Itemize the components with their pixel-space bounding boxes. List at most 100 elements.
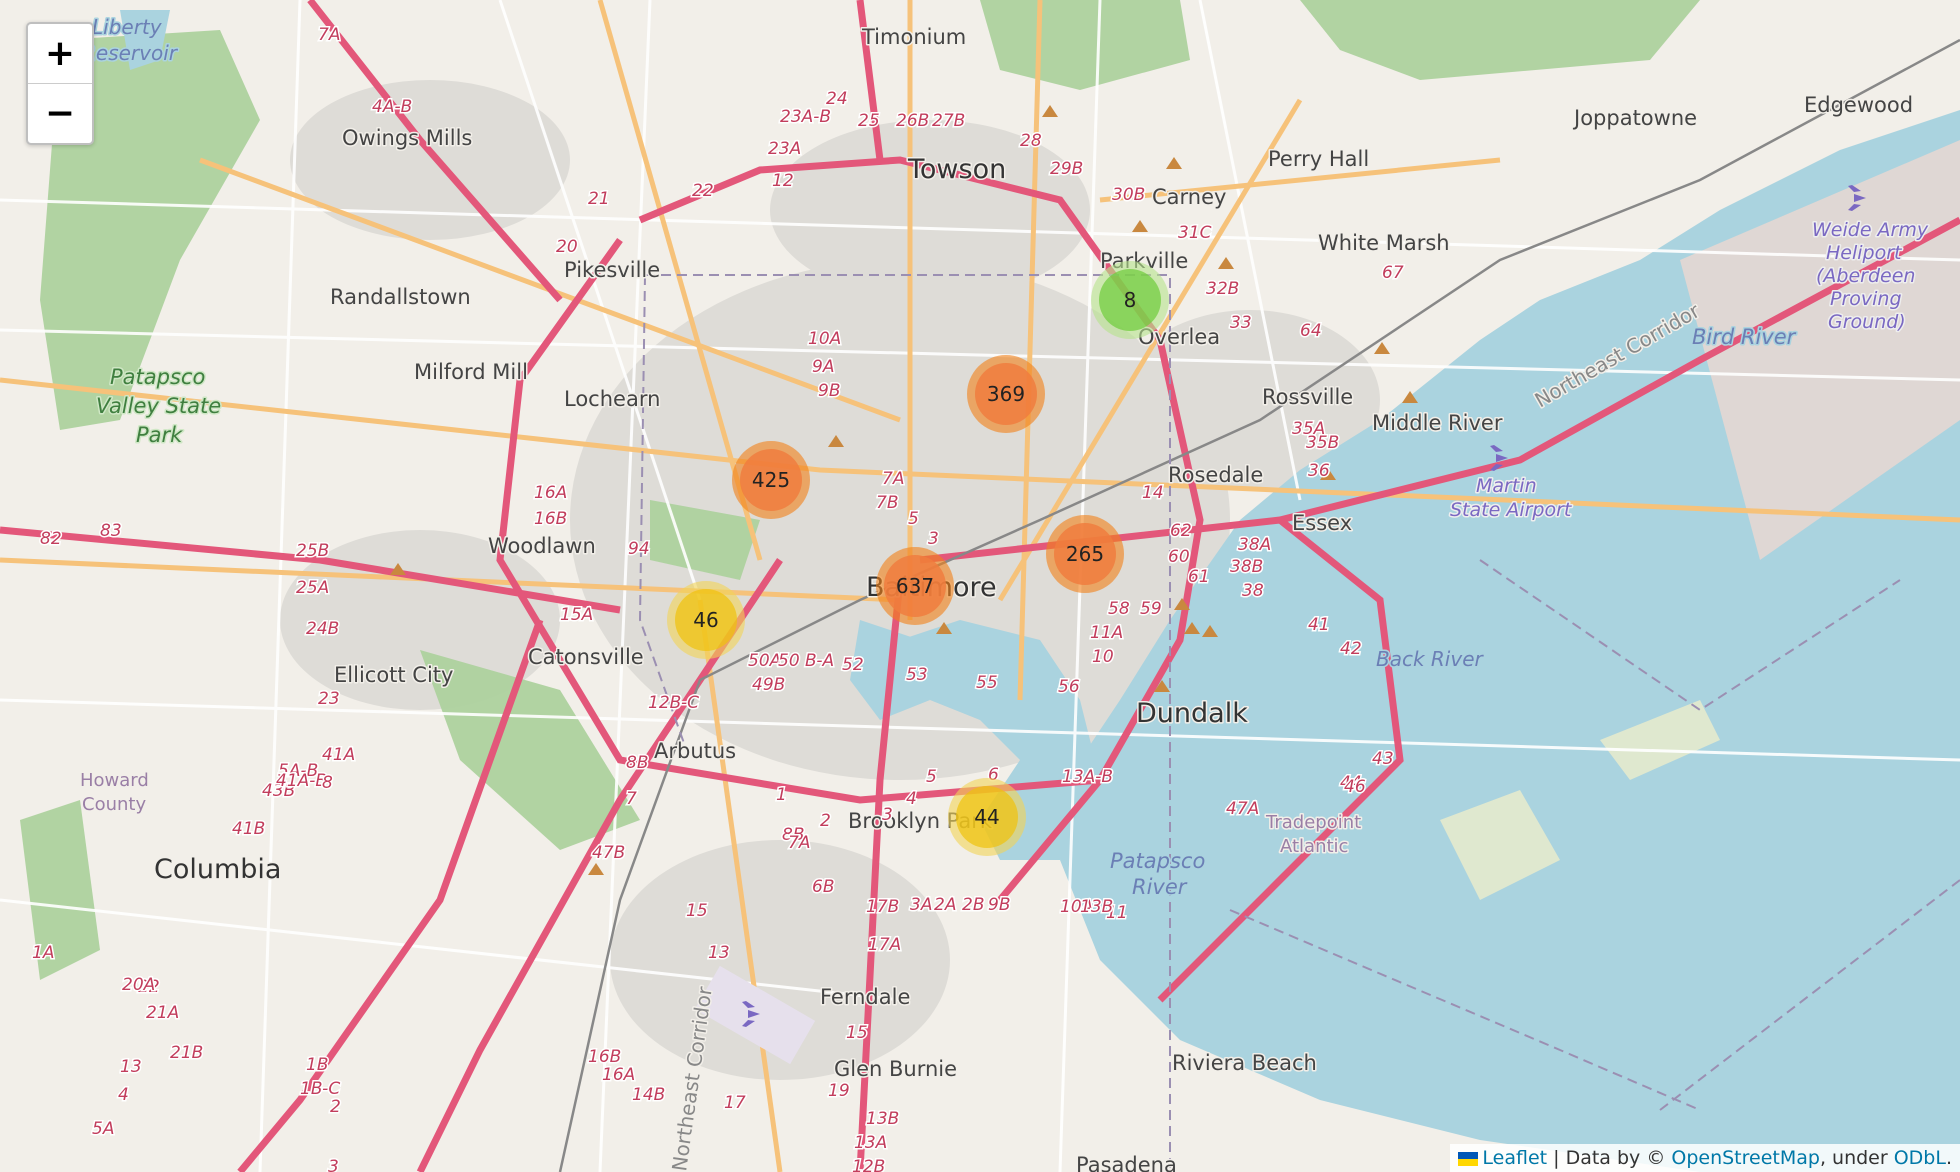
- cluster-count: 425: [740, 449, 802, 511]
- road-shield-label: 50 B-A: [778, 651, 834, 671]
- cluster-west-baltimore[interactable]: 425: [732, 441, 810, 519]
- road-shield-label: 32B: [1206, 279, 1239, 299]
- road-shield-label: 16A: [602, 1065, 635, 1085]
- cluster-southwest-baltimore[interactable]: 46: [667, 581, 745, 659]
- road-shield-label: 17A: [868, 935, 901, 955]
- road-shield-label: 5A: [92, 1119, 114, 1139]
- road-shield-label: 4: [906, 789, 917, 809]
- road-shield-label: 38A: [1238, 535, 1271, 555]
- road-shield-label: 5: [908, 509, 919, 529]
- road-shield-label: 83: [100, 521, 122, 541]
- road-shield-label: 50A: [748, 651, 781, 671]
- label-dundalk: Dundalk: [1136, 698, 1248, 729]
- road-shield-label: 60: [1168, 547, 1190, 567]
- road-shield-label: 41A: [322, 745, 355, 765]
- cluster-count: 46: [675, 589, 737, 651]
- road-shield-label: 12B-C: [648, 693, 699, 713]
- label-patapsco-park-1: Patapsco: [110, 365, 205, 389]
- road-shield-label: 53: [906, 665, 928, 685]
- road-shield-label: 14: [1142, 483, 1164, 503]
- road-shield-label: 59: [1140, 599, 1162, 619]
- road-shield-label: 82: [40, 529, 62, 549]
- road-shield-label: 24: [826, 89, 848, 109]
- label-martin-airport-2: State Airport: [1450, 499, 1573, 521]
- label-patapsco-park-2: Valley State: [96, 394, 221, 418]
- road-shield-label: 4A-B: [372, 97, 412, 117]
- road-shield-label: 49B: [752, 675, 785, 695]
- label-randallstown: Randallstown: [330, 285, 471, 309]
- road-shield-label: 27B: [932, 111, 965, 131]
- odbl-link[interactable]: ODbL: [1894, 1147, 1946, 1169]
- label-martin-airport-1: Martin: [1476, 475, 1537, 497]
- road-shield-label: 8B: [626, 753, 648, 773]
- road-shield-label: 21B: [170, 1043, 203, 1063]
- road-shield-label: 62: [1170, 521, 1192, 541]
- label-tradepoint-2: Atlantic: [1280, 836, 1348, 857]
- road-shield-label: 1: [776, 785, 787, 805]
- road-shield-label: 41: [1308, 615, 1330, 635]
- label-weide-2: Heliport: [1826, 242, 1903, 264]
- road-shield-label: 15: [686, 901, 708, 921]
- label-howard-county-1: Howard: [80, 770, 149, 791]
- road-shield-label: 17B: [866, 897, 899, 917]
- attribution-data-by: | Data by ©: [1547, 1147, 1672, 1169]
- road-shield-label: 23A-B: [780, 107, 831, 127]
- road-shield-label: 11A: [1090, 623, 1123, 643]
- map-tiles[interactable]: Timonium Towson Owings Mills Pikesville …: [0, 0, 1960, 1172]
- cluster-parkville[interactable]: 8: [1091, 261, 1169, 339]
- road-shield-label: 46: [1344, 777, 1366, 797]
- leaflet-link[interactable]: Leaflet: [1482, 1147, 1547, 1169]
- road-shield-label: 20: [556, 237, 578, 257]
- road-shield-label: 10: [1092, 647, 1114, 667]
- label-weide-5: Ground): [1828, 311, 1906, 333]
- cluster-north-baltimore[interactable]: 369: [967, 355, 1045, 433]
- road-shield-label: 2: [330, 1097, 341, 1117]
- zoom-in-button[interactable]: +: [28, 24, 92, 83]
- road-shield-label: 19: [828, 1081, 850, 1101]
- zoom-out-button[interactable]: −: [28, 83, 92, 143]
- road-shield-label: 41A-B: [276, 771, 327, 791]
- attribution-end: .: [1945, 1147, 1952, 1169]
- openstreetmap-link[interactable]: OpenStreetMap: [1671, 1147, 1820, 1169]
- road-shield-label: 24B: [306, 619, 339, 639]
- road-shield-label: 23A: [768, 139, 801, 159]
- label-riviera-beach: Riviera Beach: [1172, 1051, 1317, 1075]
- road-shield-label: 26B: [896, 111, 929, 131]
- road-shield-label: 64: [1300, 321, 1322, 341]
- label-pikesville: Pikesville: [564, 258, 660, 282]
- cluster-brooklyn-park[interactable]: 44: [948, 778, 1026, 856]
- label-timonium: Timonium: [861, 25, 966, 49]
- cluster-count: 369: [975, 363, 1037, 425]
- cluster-count: 44: [956, 786, 1018, 848]
- road-shield-label: 1B-C: [300, 1079, 340, 1099]
- road-shield-label: 6B: [812, 877, 834, 897]
- road-shield-label: 8: [322, 773, 333, 793]
- road-shield-label: 1A: [32, 943, 54, 963]
- cluster-east-baltimore[interactable]: 265: [1046, 515, 1124, 593]
- label-rosedale: Rosedale: [1168, 463, 1263, 487]
- road-shield-label: 9B: [988, 895, 1010, 915]
- label-weide-4: Proving: [1830, 288, 1902, 310]
- label-carney: Carney: [1152, 185, 1226, 209]
- road-shield-label: 7A: [788, 833, 810, 853]
- map-container[interactable]: Timonium Towson Owings Mills Pikesville …: [0, 0, 1960, 1172]
- label-middle-river: Middle River: [1372, 411, 1503, 435]
- road-shield-label: 21: [588, 189, 610, 209]
- label-howard-county-2: County: [82, 794, 146, 815]
- road-shield-label: 13A: [854, 1133, 887, 1153]
- cluster-downtown-baltimore[interactable]: 637: [876, 547, 954, 625]
- label-perry-hall: Perry Hall: [1268, 147, 1369, 171]
- attribution-under: , under: [1819, 1147, 1894, 1169]
- label-ellicott-city: Ellicott City: [334, 663, 453, 687]
- road-shield-label: 31C: [1178, 223, 1212, 243]
- road-shield-label: 3: [882, 805, 893, 825]
- road-shield-label: 17: [724, 1093, 746, 1113]
- road-shield-label: 3: [928, 529, 939, 549]
- road-shield-label: 2A: [934, 895, 956, 915]
- cluster-count: 8: [1099, 269, 1161, 331]
- road-shield-label: 25A: [296, 578, 329, 598]
- label-liberty-reservoir-1: Liberty: [92, 15, 163, 39]
- road-shield-label: 41B: [232, 819, 265, 839]
- label-weide-3: (Aberdeen: [1816, 265, 1915, 287]
- road-shield-label: 1B: [306, 1055, 328, 1075]
